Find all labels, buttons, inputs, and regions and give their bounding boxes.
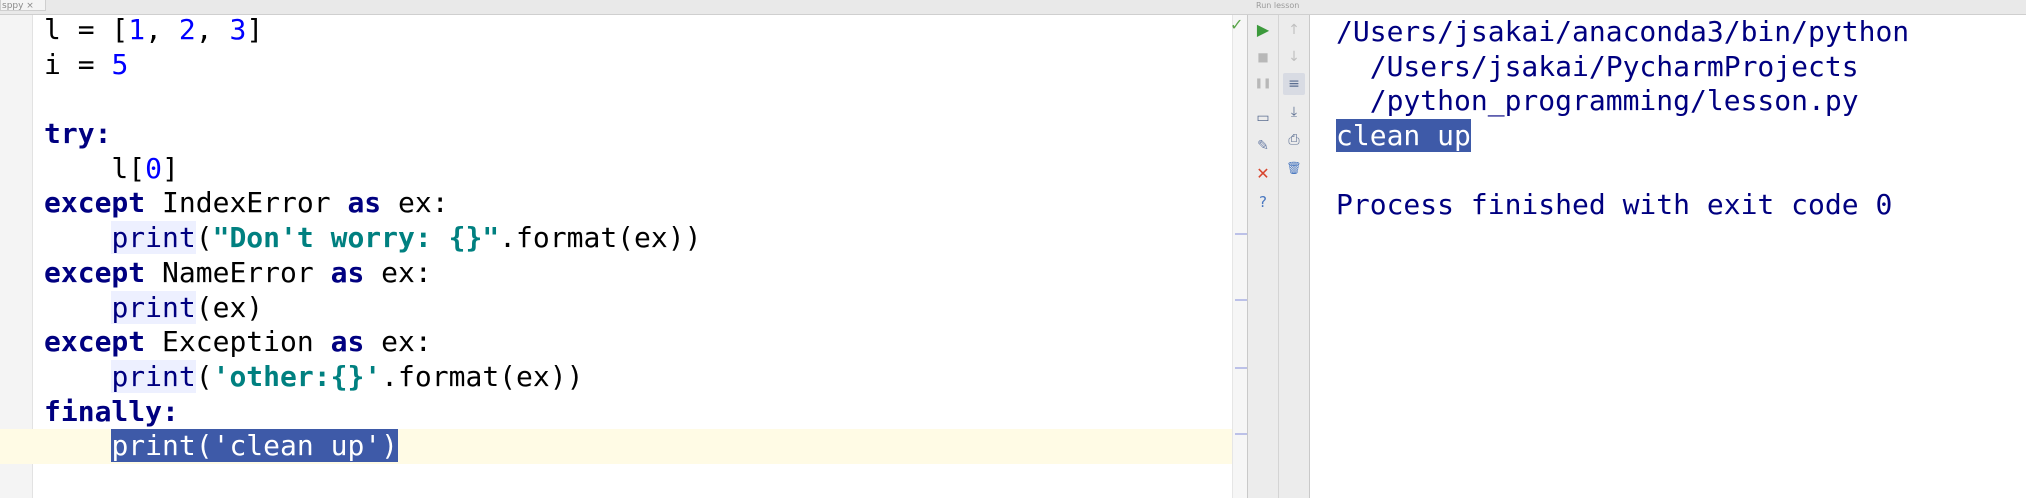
code-line[interactable]: finally:: [44, 395, 1232, 430]
console-line: /Users/jsakai/PycharmProjects: [1336, 50, 1909, 85]
keyword-token: as: [347, 186, 382, 220]
error-stripe[interactable]: [1232, 15, 1248, 498]
console-text: Process finished with exit code 0: [1336, 188, 1893, 222]
code-line[interactable]: try:: [44, 117, 1232, 152]
code-line[interactable]: print(ex): [44, 290, 1232, 326]
keyword-token: except: [44, 186, 146, 220]
keyword-token: :: [162, 394, 179, 428]
code-token: (ex): [195, 290, 264, 324]
stripe-marker[interactable]: [1235, 299, 1247, 301]
code-token: Exception: [145, 325, 331, 359]
stripe-marker[interactable]: [1235, 367, 1247, 369]
code-token: ,: [145, 13, 179, 46]
arrow-up-icon[interactable]: ↑: [1283, 19, 1305, 41]
console-text: /Users/jsakai/anaconda3/bin/python: [1336, 15, 1910, 48]
console-line: clean up: [1336, 119, 1909, 154]
builtin-token: print: [111, 221, 196, 255]
stripe-marker[interactable]: [1235, 433, 1247, 435]
code-token: ,: [195, 13, 230, 46]
code-token: l = [: [44, 13, 129, 46]
builtin-token: print: [111, 290, 196, 324]
close-icon[interactable]: ✕: [1252, 163, 1274, 185]
code-token: ex:: [381, 186, 449, 220]
code-token: (: [195, 359, 213, 393]
code-line[interactable]: l[0]: [44, 152, 1232, 187]
help-icon[interactable]: ?: [1252, 191, 1274, 213]
keyword-token: except: [44, 325, 146, 359]
pin-icon[interactable]: ✎: [1252, 135, 1274, 157]
rerun-icon[interactable]: ▶: [1252, 19, 1274, 41]
code-line[interactable]: [44, 82, 1232, 117]
pause-icon[interactable]: ❚❚: [1252, 73, 1274, 95]
run-toolbar-right: ↑ ↓ ≡ ⤓ ⎙ 🗑: [1278, 15, 1310, 498]
code-token: l[: [44, 151, 146, 185]
code-line[interactable]: i = 5: [44, 48, 1232, 83]
code-token: IndexError: [145, 186, 348, 220]
code-line[interactable]: print("Don't worry: {}".format(ex)): [44, 221, 1232, 256]
trash-icon[interactable]: 🗑: [1283, 157, 1305, 179]
selected-console-text: clean up: [1336, 119, 1471, 153]
soft-wrap-icon[interactable]: ≡: [1283, 73, 1305, 95]
code-token: i =: [44, 47, 112, 81]
console-text: /Users/jsakai/PycharmProjects: [1336, 49, 1859, 83]
code-token: ex:: [364, 255, 432, 289]
code-line[interactable]: print('clean up'): [0, 429, 1232, 464]
code-line[interactable]: except IndexError as ex:: [44, 186, 1232, 221]
code-token: .format(ex)): [381, 359, 584, 393]
arrow-down-icon[interactable]: ↓: [1283, 46, 1305, 68]
code-token: .format(ex)): [499, 221, 702, 255]
keyword-token: :: [94, 117, 112, 151]
keyword-token: as: [330, 325, 365, 359]
console-text: /python_programming/lesson.py: [1336, 84, 1859, 118]
number-token: 0: [145, 151, 163, 185]
string-token: 'other:{}': [212, 359, 382, 393]
builtin-token: print: [111, 359, 196, 393]
string-token: "Don't worry: {}": [212, 221, 500, 255]
code-line[interactable]: except NameError as ex:: [44, 256, 1232, 291]
number-token: 2: [178, 13, 196, 46]
editor-gutter[interactable]: [0, 15, 33, 498]
console-line: /Users/jsakai/anaconda3/bin/python: [1336, 15, 1909, 50]
keyword-token: try: [44, 117, 95, 151]
code-token: ]: [162, 151, 179, 185]
code-line[interactable]: except Exception as ex:: [44, 325, 1232, 360]
console-line: Process finished with exit code 0: [1336, 188, 1909, 223]
keyword-token: except: [44, 255, 146, 289]
print-icon[interactable]: ⎙: [1283, 129, 1305, 151]
run-tool-window-label: Run lesson: [1256, 1, 1300, 10]
keyword-token: as: [330, 255, 365, 289]
number-token: 3: [229, 13, 247, 46]
inspection-ok-icon[interactable]: ✓: [1230, 15, 1243, 34]
scroll-to-end-icon[interactable]: ⤓: [1283, 101, 1305, 123]
code-token: (: [195, 221, 213, 255]
code-line[interactable]: print('other:{}'.format(ex)): [44, 359, 1232, 395]
run-toolbar-left: ▶ ■ ❚❚ ▭ ✎ ✕ ?: [1247, 15, 1278, 498]
editor-tab-label: sppy ×: [2, 1, 34, 11]
keyword-token: finally: [44, 394, 163, 428]
selected-code: print('clean up'): [111, 429, 399, 463]
code-editor[interactable]: l = [1, 2, 3] i = 5 try: l[0] except Index…: [0, 13, 1248, 498]
number-token: 1: [128, 13, 146, 46]
code-area[interactable]: l = [1, 2, 3] i = 5 try: l[0] except Index…: [0, 13, 1232, 464]
run-console[interactable]: /Users/jsakai/anaconda3/bin/python /User…: [1310, 15, 2026, 498]
stripe-marker[interactable]: [1235, 233, 1247, 235]
code-line[interactable]: l = [1, 2, 3]: [44, 13, 1232, 48]
dump-threads-icon[interactable]: ▭: [1252, 107, 1274, 129]
console-output[interactable]: /Users/jsakai/anaconda3/bin/python /User…: [1336, 15, 1909, 223]
code-token: ex:: [364, 325, 432, 359]
number-token: 5: [111, 47, 129, 81]
stop-icon[interactable]: ■: [1252, 46, 1274, 68]
console-line: /python_programming/lesson.py: [1336, 84, 1909, 119]
code-token: ]: [246, 13, 264, 46]
code-token: NameError: [145, 255, 331, 289]
